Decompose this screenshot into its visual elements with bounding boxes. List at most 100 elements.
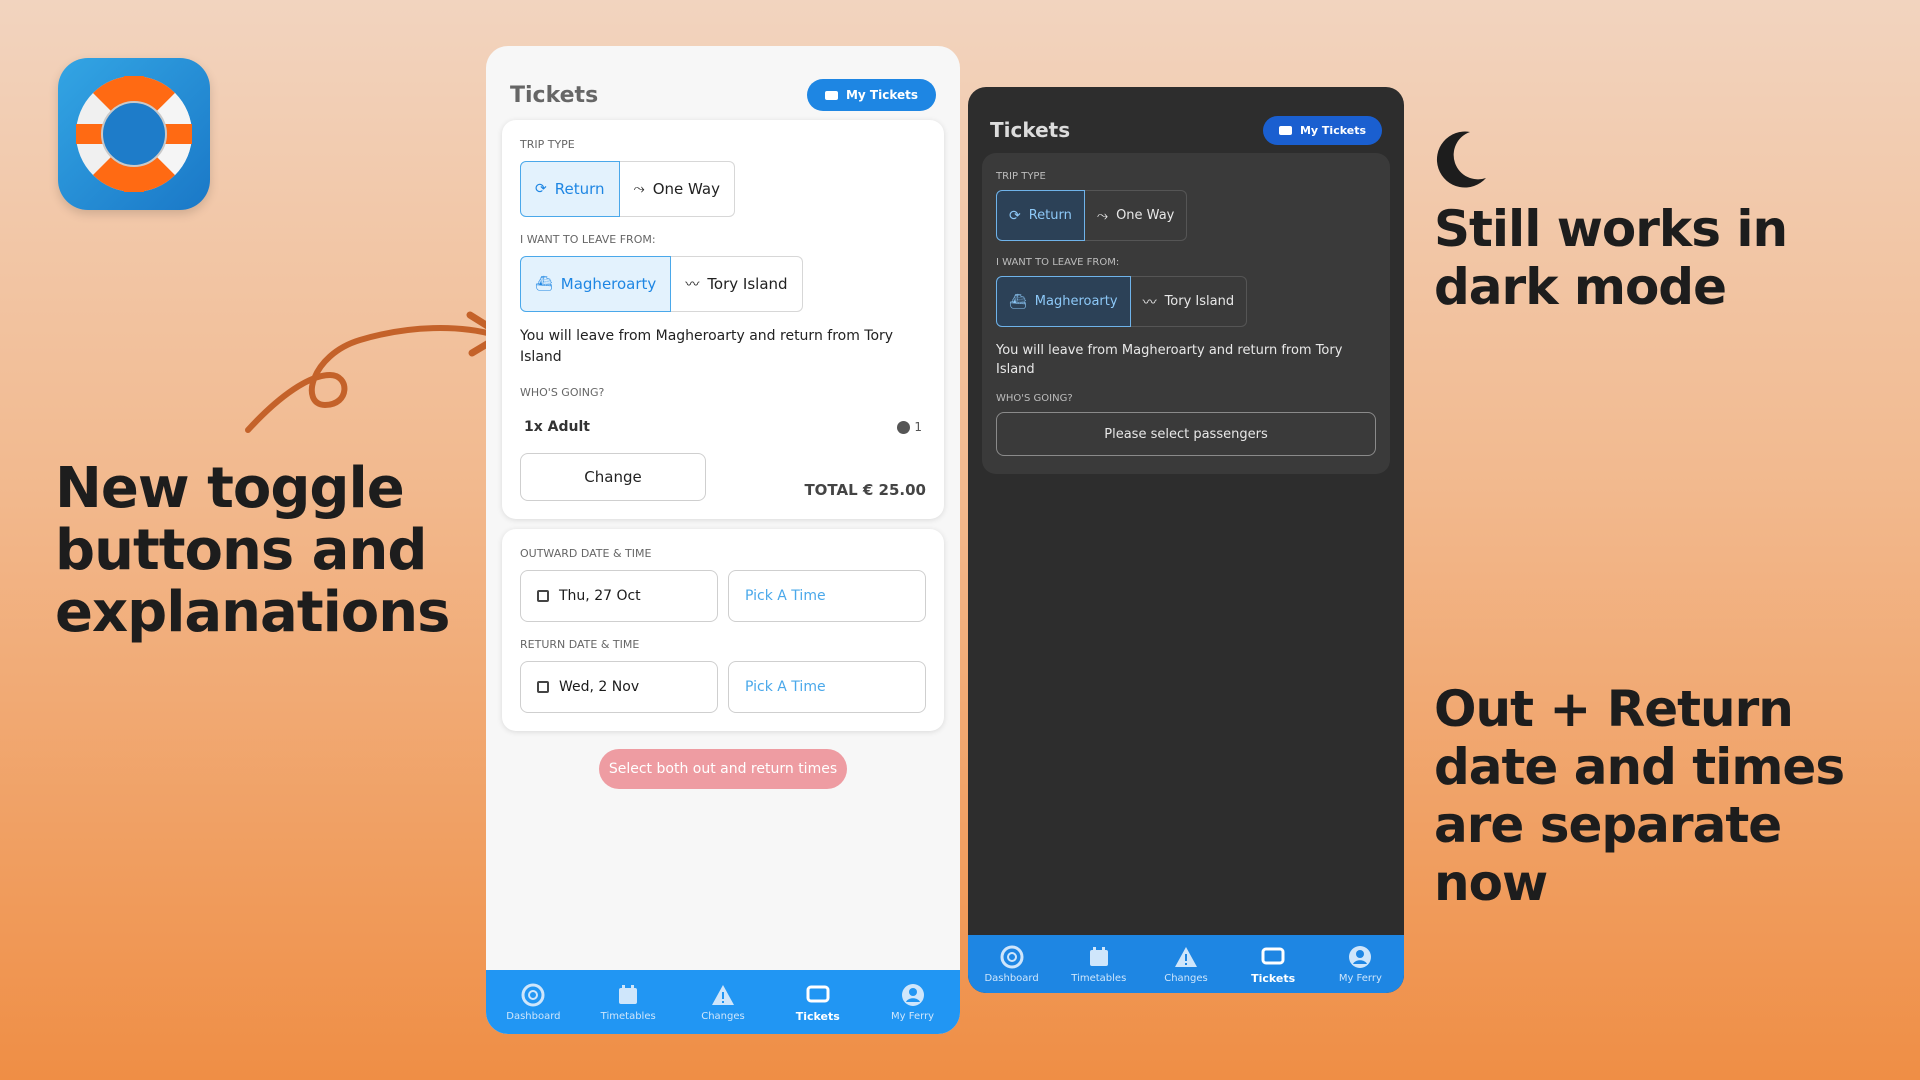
calendar-icon — [537, 590, 549, 602]
nav-my-ferry[interactable]: My Ferry — [873, 983, 953, 1022]
lifebuoy-icon — [1000, 945, 1024, 968]
nav-dashboard-label: Dashboard — [984, 972, 1039, 984]
leave-from-toggle: ⛴ Magheroarty 〰 Tory Island — [996, 276, 1376, 327]
nav-timetables[interactable]: Timetables — [1059, 945, 1139, 984]
return-row: Wed, 2 Nov Pick A Time — [520, 661, 926, 713]
outward-label: OUTWARD DATE & TIME — [520, 547, 652, 560]
bottom-nav: Dashboard Timetables Changes Tickets My … — [968, 935, 1404, 993]
nav-tickets[interactable]: Tickets — [1233, 944, 1313, 985]
warning-icon — [711, 984, 734, 1005]
leave-magheroarty[interactable]: ⛴ Magheroarty — [520, 256, 672, 312]
nav-changes[interactable]: Changes — [683, 983, 763, 1022]
nav-changes-label: Changes — [1164, 972, 1208, 984]
refresh-icon: ⟳ — [1009, 207, 1021, 224]
trip-card: TRIP TYPE ⟳ Return ⤳ One Way I WANT TO L… — [502, 120, 944, 519]
leave-magheroarty-label: Magheroarty — [1034, 294, 1118, 309]
leave-magheroarty-label: Magheroarty — [560, 275, 657, 293]
my-tickets-label: My Tickets — [845, 88, 918, 102]
passenger-row: 1x Adult 1 — [520, 409, 926, 453]
leave-from-toggle: ⛴ Magheroarty 〰 Tory Island — [520, 256, 926, 312]
warning-icon — [1174, 946, 1197, 967]
nav-changes[interactable]: Changes — [1146, 945, 1226, 984]
change-row: Change TOTAL € 25.00 — [520, 453, 926, 501]
my-tickets-button[interactable]: My Tickets — [806, 79, 936, 111]
ticket-icon — [1261, 947, 1285, 964]
submit-button[interactable]: Select both out and return times — [599, 749, 847, 789]
dark-mode-screen: Tickets My Tickets TRIP TYPE ⟳ Return ⤳ … — [968, 87, 1404, 993]
route-explanation: You will leave from Magheroarty and retu… — [520, 328, 894, 365]
trip-type-label: TRIP TYPE — [520, 138, 575, 151]
my-tickets-button[interactable]: My Tickets — [1262, 115, 1382, 145]
leave-tory-island-label: Tory Island — [707, 275, 788, 293]
route-icon: 〰 — [685, 277, 700, 293]
route-icon: ⤳ — [633, 181, 645, 197]
leave-tory-island[interactable]: 〰 Tory Island — [1130, 276, 1248, 327]
calendar-icon — [1089, 946, 1108, 966]
moon-icon — [1436, 131, 1486, 188]
nav-timetables-label: Timetables — [1071, 972, 1127, 984]
outward-time-field[interactable]: Pick A Time — [728, 570, 926, 622]
ticket-icon — [824, 90, 838, 100]
trip-type-one-way[interactable]: ⤳ One Way — [619, 161, 735, 217]
page-title: Tickets — [510, 82, 599, 108]
nav-dashboard[interactable]: Dashboard — [972, 945, 1052, 984]
headline-toggle-buttons: New toggle buttons and explanations — [55, 456, 450, 645]
nav-tickets[interactable]: Tickets — [778, 982, 858, 1023]
headline-dark-mode: Still works in dark mode — [1434, 200, 1788, 316]
ferry-icon: ⛴ — [1009, 293, 1027, 310]
trip-type-one-way-label: One Way — [1116, 208, 1175, 223]
total-price: TOTAL € 25.00 — [804, 481, 926, 499]
nav-my-ferry[interactable]: My Ferry — [1320, 945, 1400, 984]
leave-from-label: I WANT TO LEAVE FROM: — [996, 257, 1120, 268]
trip-type-one-way-label: One Way — [652, 180, 720, 198]
trip-type-toggle: ⟳ Return ⤳ One Way — [996, 190, 1376, 241]
nav-dashboard[interactable]: Dashboard — [493, 983, 573, 1022]
passenger-count: 1 — [897, 420, 922, 434]
route-explanation: You will leave from Magheroarty and retu… — [996, 343, 1343, 377]
leave-tory-island-label: Tory Island — [1164, 294, 1235, 309]
change-button[interactable]: Change — [520, 453, 706, 501]
trip-type-toggle: ⟳ Return ⤳ One Way — [520, 161, 926, 217]
app-icon — [58, 58, 210, 210]
trip-type-one-way[interactable]: ⤳ One Way — [1084, 190, 1188, 241]
page-title: Tickets — [990, 118, 1071, 142]
passenger-summary: 1x Adult — [524, 419, 590, 435]
whos-going-label: WHO'S GOING? — [996, 393, 1073, 404]
nav-changes-label: Changes — [701, 1010, 745, 1022]
trip-type-label: TRIP TYPE — [996, 171, 1046, 182]
person-icon — [897, 420, 911, 434]
nav-timetables-label: Timetables — [600, 1010, 656, 1022]
trip-type-return-label: Return — [1028, 208, 1072, 223]
select-passengers-button[interactable]: Please select passengers — [996, 412, 1376, 456]
outward-date-value: Thu, 27 Oct — [559, 588, 641, 604]
return-date-field[interactable]: Wed, 2 Nov — [520, 661, 718, 713]
nav-tickets-label: Tickets — [795, 1009, 840, 1023]
passenger-count-value: 1 — [914, 420, 922, 434]
ferry-icon: ⛴ — [535, 276, 553, 292]
trip-type-return[interactable]: ⟳ Return — [996, 190, 1085, 241]
nav-my-ferry-label: My Ferry — [891, 1010, 935, 1022]
calendar-icon — [619, 984, 638, 1004]
header: Tickets My Tickets — [968, 87, 1404, 153]
nav-my-ferry-label: My Ferry — [1338, 972, 1382, 984]
lifebuoy-icon — [76, 76, 192, 192]
curved-arrow-icon — [245, 311, 506, 433]
return-time-field[interactable]: Pick A Time — [728, 661, 926, 713]
dates-card: OUTWARD DATE & TIME Thu, 27 Oct Pick A T… — [502, 529, 944, 731]
nav-timetables[interactable]: Timetables — [588, 983, 668, 1022]
trip-type-return-label: Return — [554, 180, 605, 198]
outward-row: Thu, 27 Oct Pick A Time — [520, 570, 926, 622]
trip-type-return[interactable]: ⟳ Return — [520, 161, 620, 217]
leave-magheroarty[interactable]: ⛴ Magheroarty — [996, 276, 1131, 327]
my-tickets-label: My Tickets — [1299, 123, 1366, 137]
route-icon: 〰 — [1142, 294, 1157, 311]
leave-from-label: I WANT TO LEAVE FROM: — [520, 233, 656, 246]
bottom-nav: Dashboard Timetables Changes Tickets My … — [486, 970, 960, 1034]
outward-date-field[interactable]: Thu, 27 Oct — [520, 570, 718, 622]
return-date-value: Wed, 2 Nov — [559, 679, 640, 695]
leave-tory-island[interactable]: 〰 Tory Island — [671, 256, 803, 312]
ticket-icon — [1278, 125, 1292, 135]
nav-tickets-label: Tickets — [1251, 971, 1296, 985]
calendar-icon — [537, 681, 549, 693]
ticket-icon — [806, 985, 830, 1002]
